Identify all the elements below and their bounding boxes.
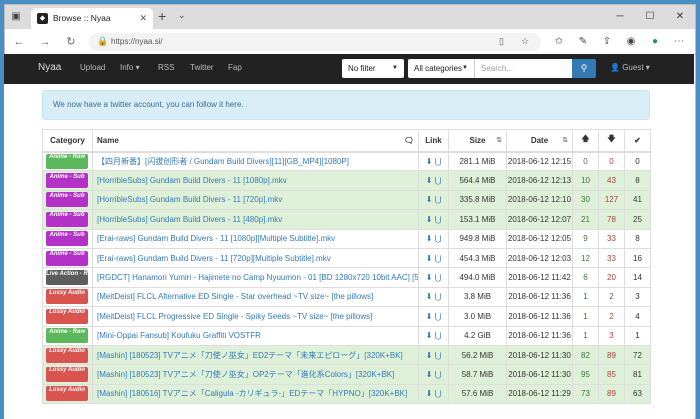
extension-icon[interactable]: ◉ xyxy=(623,34,639,50)
minimize-icon[interactable]: ─ xyxy=(605,5,635,29)
tab-strip: ▣ ◆ Browse :: Nyaa ✕ + ⌄ ─ ☐ ✕ xyxy=(5,5,695,29)
new-tab-icon[interactable]: + xyxy=(158,8,166,24)
share-icon[interactable]: ⇪ xyxy=(599,34,615,50)
favorites-bar-icon[interactable]: ✩ xyxy=(551,34,567,50)
profile-icon[interactable]: ● xyxy=(647,34,663,50)
close-tab-icon[interactable]: ✕ xyxy=(139,8,147,29)
browser-window: ▣ ◆ Browse :: Nyaa ✕ + ⌄ ─ ☐ ✕ ← → ↻ 🔒 h… xyxy=(4,4,696,419)
url-text: https://nyaa.si/ xyxy=(111,37,163,46)
address-bar: ← → ↻ 🔒 https://nyaa.si/ ▯ ☆ ✩ ✎ ⇪ ◉ ● ⋯ xyxy=(5,29,695,55)
browser-tab[interactable]: ◆ Browse :: Nyaa ✕ xyxy=(31,8,153,29)
favorite-star-icon[interactable]: ☆ xyxy=(521,36,529,47)
close-window-icon[interactable]: ✕ xyxy=(665,5,695,29)
more-icon[interactable]: ⋯ xyxy=(671,34,687,50)
forward-icon[interactable]: → xyxy=(37,34,53,50)
lock-icon[interactable]: 🔒 xyxy=(97,36,108,47)
refresh-icon[interactable]: ↻ xyxy=(63,34,79,50)
nyaa-favicon-icon: ◆ xyxy=(37,13,48,24)
tab-title: Browse :: Nyaa xyxy=(53,13,111,23)
chevron-down-icon[interactable]: ⌄ xyxy=(178,10,186,21)
pen-icon[interactable]: ✎ xyxy=(575,34,591,50)
url-field[interactable]: 🔒 https://nyaa.si/ ▯ ☆ xyxy=(89,33,541,51)
maximize-icon[interactable]: ☐ xyxy=(635,5,665,29)
back-icon[interactable]: ← xyxy=(11,34,27,50)
read-view-icon[interactable]: ▯ xyxy=(499,36,504,47)
tab-actions-icon[interactable]: ▣ xyxy=(9,10,23,24)
